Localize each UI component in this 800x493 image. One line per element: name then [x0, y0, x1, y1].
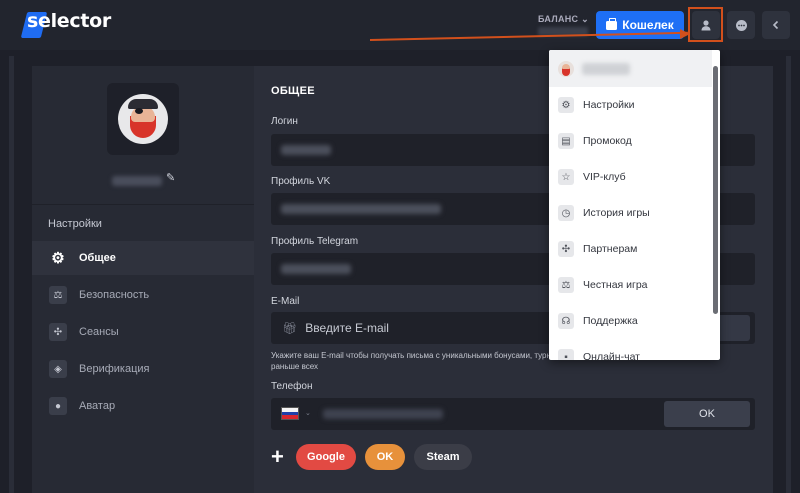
menu-item-label: Партнерам	[583, 243, 638, 255]
dropdown-profile-row[interactable]	[549, 50, 712, 87]
odnoklassniki-button[interactable]: OK	[365, 444, 405, 470]
avatar[interactable]	[107, 83, 179, 155]
scales-icon: ⚖	[558, 277, 574, 293]
briefcase-icon	[606, 17, 618, 30]
user-dropdown-menu: ⚙ Настройки ▤ Промокод ☆ VIP-клуб ◷ Исто…	[549, 50, 720, 360]
promo-icon: ▤	[558, 133, 574, 149]
gear-icon: ⚙	[51, 250, 65, 267]
avatar-image	[118, 94, 168, 144]
phone-label: Телефон	[271, 381, 313, 392]
country-flag-select[interactable]	[281, 407, 299, 420]
sidebar-divider	[32, 204, 254, 205]
sidebar-item-verification[interactable]: ◈ Верификация	[32, 352, 254, 386]
left-rail	[9, 56, 14, 493]
star-icon: ☆	[558, 169, 574, 185]
menu-item-support[interactable]: ☊ Поддержка	[549, 303, 712, 339]
menu-item-settings[interactable]: ⚙ Настройки	[549, 87, 712, 123]
pencil-icon[interactable]: ✎	[166, 171, 175, 184]
vk-label: Профиль VK	[271, 176, 331, 187]
chat-button[interactable]	[727, 11, 755, 39]
partners-icon: ✣	[558, 241, 574, 257]
phone-field: ⌄ OK	[271, 398, 755, 430]
menu-item-online-chat[interactable]: ▪ Онлайн-чат	[549, 339, 712, 360]
menu-item-fair-play[interactable]: ⚖ Честная игра	[549, 267, 712, 303]
phone-ok-button[interactable]: OK	[664, 401, 750, 427]
username-redacted	[582, 62, 630, 75]
steam-button[interactable]: Steam	[414, 444, 472, 470]
menu-item-label: Поддержка	[583, 315, 638, 327]
menu-item-label: VIP-клуб	[583, 171, 626, 183]
menu-item-label: Честная игра	[583, 279, 648, 291]
annotation-highlight-box	[688, 7, 723, 42]
username-redacted	[112, 176, 162, 186]
menu-item-label: Настройки	[583, 99, 635, 111]
menu-item-label: Промокод	[583, 135, 632, 147]
collapse-button[interactable]	[762, 11, 790, 39]
right-rail	[786, 56, 791, 493]
menu-item-promo[interactable]: ▤ Промокод	[549, 123, 712, 159]
profile-sidebar: ✎ Настройки ⚙ Общее ⚖ Безопасность ✣ Сеа…	[32, 66, 254, 493]
gift-icon: 🎁︎	[282, 321, 298, 335]
balance-label[interactable]: БАЛАНС ⌄	[538, 14, 589, 25]
sessions-icon: ✣	[49, 323, 67, 341]
telegram-value-redacted	[281, 264, 351, 274]
menu-item-history[interactable]: ◷ История игры	[549, 195, 712, 231]
login-label: Логин	[271, 116, 298, 127]
sidebar-item-label: Общее	[79, 252, 116, 264]
chevron-left-icon	[772, 20, 779, 30]
sidebar-item-avatar[interactable]: ● Аватар	[32, 389, 254, 423]
sidebar-item-label: Верификация	[79, 363, 150, 375]
avatar	[558, 60, 574, 77]
section-title: ОБЩЕЕ	[271, 85, 315, 97]
telegram-label: Профиль Telegram	[271, 236, 359, 247]
google-button[interactable]: Google	[296, 444, 356, 470]
email-input[interactable]	[305, 321, 546, 335]
menu-item-label: Онлайн-чат	[583, 351, 640, 360]
wallet-button-label: Кошелек	[622, 18, 674, 32]
chat-icon	[735, 19, 747, 31]
headset-icon: ☊	[558, 313, 574, 329]
avatar-icon: ●	[49, 397, 67, 415]
logo[interactable]: selector	[20, 10, 111, 38]
login-value-redacted	[281, 145, 331, 155]
sidebar-item-label: Аватар	[79, 400, 116, 412]
logo-text: selector	[27, 10, 111, 32]
gear-icon: ⚙	[558, 97, 574, 113]
history-icon: ◷	[558, 205, 574, 221]
sidebar-item-label: Безопасность	[79, 289, 150, 301]
phone-value-redacted[interactable]	[323, 409, 443, 419]
menu-item-label: История игры	[583, 207, 650, 219]
sidebar-item-general[interactable]: ⚙ Общее	[32, 241, 254, 275]
dropdown-scrollbar[interactable]	[713, 66, 718, 314]
sidebar-item-sessions[interactable]: ✣ Сеансы	[32, 315, 254, 349]
sidebar-item-label: Сеансы	[79, 326, 119, 338]
menu-item-partners[interactable]: ✣ Партнерам	[549, 231, 712, 267]
chat-icon: ▪	[558, 349, 574, 360]
email-label: E-Mail	[271, 296, 300, 307]
vk-value-redacted	[281, 204, 441, 214]
shield-icon: ◈	[49, 360, 67, 378]
email-hint: Укажите ваш E-mail чтобы получать письма…	[271, 351, 569, 371]
top-bar: selector БАЛАНС ⌄ Кошелек	[0, 0, 800, 50]
chevron-down-icon[interactable]: ⌄	[305, 409, 311, 417]
menu-item-vip[interactable]: ☆ VIP-клуб	[549, 159, 712, 195]
sidebar-item-security[interactable]: ⚖ Безопасность	[32, 278, 254, 312]
sidebar-title: Настройки	[48, 218, 102, 230]
plus-icon[interactable]: +	[271, 446, 284, 468]
scales-icon: ⚖	[49, 286, 67, 304]
